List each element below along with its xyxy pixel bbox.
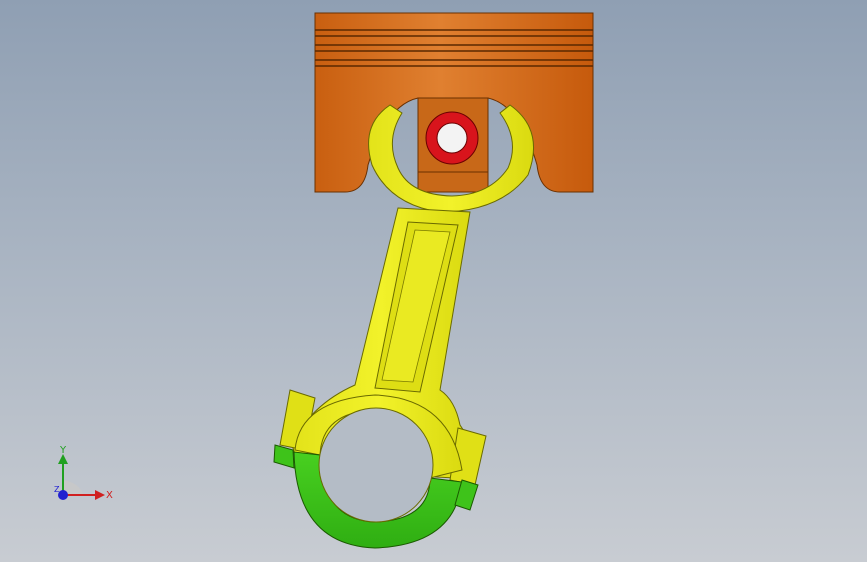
piston-pin[interactable] [425,111,479,165]
y-axis-label: Y [59,445,67,456]
z-axis-dot-icon [58,490,68,500]
piston[interactable] [314,12,594,193]
orientation-triad: Y X Z [54,445,113,501]
x-axis-label: X [106,490,113,501]
crank-bore [318,407,434,523]
model-scene[interactable] [0,0,867,562]
x-axis-arrow-icon [95,490,105,500]
z-axis-label: Z [54,485,60,494]
3d-viewport[interactable]: Y X Z [0,0,867,562]
